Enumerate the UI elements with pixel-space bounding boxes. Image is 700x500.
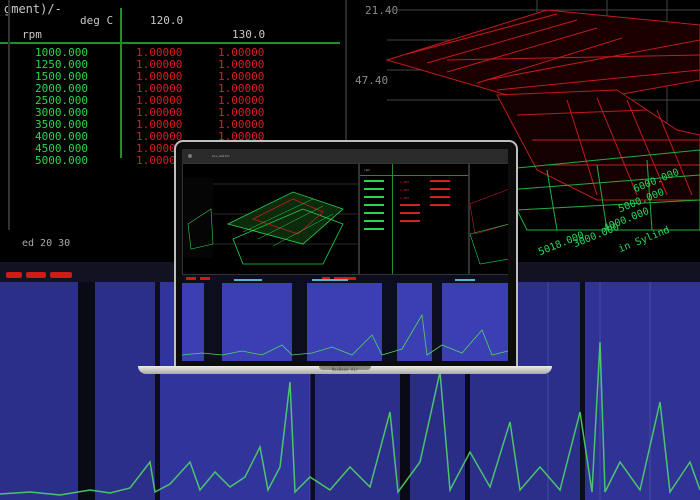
screen-table-pane: rpm 1.000 1.000 1.000	[359, 163, 469, 275]
close-icon[interactable]	[188, 154, 192, 158]
screen-titlebar: ecu_editor	[182, 149, 508, 163]
laptop-screen: ecu_editor rpm 1.000 1.000 1.000	[182, 149, 508, 361]
header-col-120: 120.0	[150, 14, 184, 27]
screen-side-pane	[469, 163, 508, 275]
screen-log-pane	[182, 275, 508, 361]
laptop-model-label: MacBook Air	[331, 367, 359, 372]
window-status-bar: ed 20 30	[22, 238, 71, 249]
table-rpm-cell: 5000.000	[35, 154, 88, 167]
header-temp-label: deg C	[80, 14, 114, 27]
window-scrollbar[interactable]	[8, 0, 10, 230]
header-col-130: 130.0	[232, 28, 266, 41]
screen-window-title: ecu_editor	[212, 154, 231, 158]
screen-table-header: rpm	[364, 168, 370, 172]
screen-map-pane	[182, 163, 359, 275]
header-rpm-label: rpm	[22, 28, 42, 41]
laptop-mockup: ecu_editor rpm 1.000 1.000 1.000 MacBook…	[138, 140, 552, 380]
laptop-bezel: ecu_editor rpm 1.000 1.000 1.000	[174, 140, 518, 369]
window-breadcrumb: gment)/-	[4, 2, 62, 16]
screen-map-surface	[183, 178, 358, 265]
table-header-divider	[0, 42, 340, 44]
screen-log-plot	[182, 277, 508, 361]
table-column-divider	[120, 8, 122, 158]
